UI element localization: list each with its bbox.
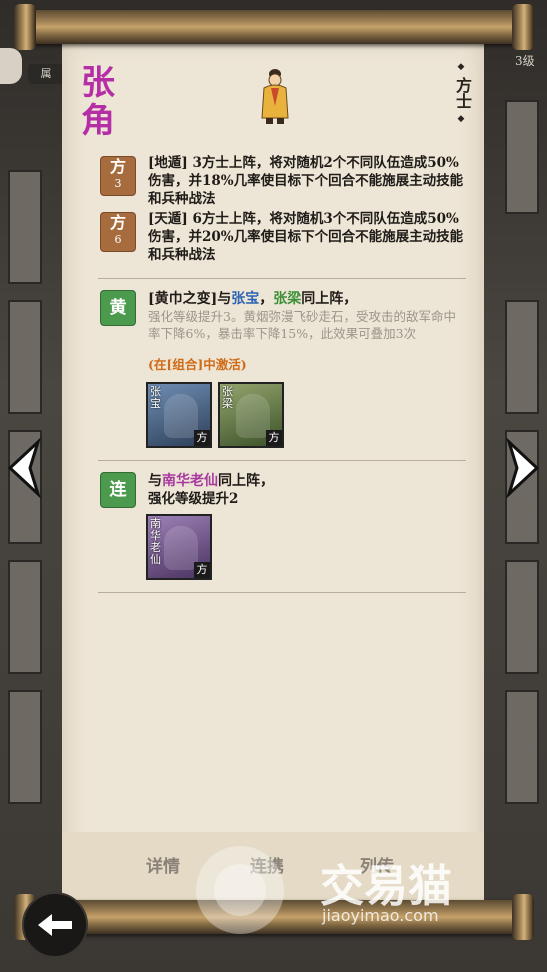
combo-badge: 连 — [100, 472, 136, 508]
bg-card — [8, 300, 42, 414]
combo-title-suffix: 同上阵， — [218, 473, 274, 489]
combo-badge: 黄 — [100, 290, 136, 326]
hero-card-class: 方 — [194, 562, 210, 578]
watermark-url: jiaoyimao.com — [322, 906, 439, 925]
hero-card-nanhualaoxian[interactable]: 南华老仙 方 — [146, 514, 212, 580]
diamond-icon: ◆ — [457, 114, 465, 124]
bg-card — [505, 300, 539, 414]
watermark-brand: 交易猫 — [320, 861, 452, 912]
skill-badge: 方 6 — [100, 212, 136, 252]
skill-row: 方 3 [地遁] 3方士上阵，将对随机2个不同队伍造成50%伤害，并18%几率使… — [100, 154, 470, 210]
hero-card-class: 方 — [266, 430, 282, 446]
class-label: ◆ 方士 ◆ — [452, 62, 472, 124]
back-arrow-icon — [38, 914, 72, 936]
combo-title: [黄巾之变]与张宝，张梁同上阵， — [148, 290, 357, 308]
hero-card-name: 张梁 — [222, 385, 233, 410]
bg-card — [8, 170, 42, 284]
combo-activate-note: (在[组合]中激活) — [148, 357, 247, 372]
general-portrait — [261, 69, 289, 124]
combo-separator: ， — [259, 291, 274, 307]
combo-partner: 张梁 — [273, 291, 302, 307]
combo-title-prefix: [黄巾之变]与 — [148, 291, 232, 307]
combo-title-prefix: 与 — [148, 473, 162, 489]
hero-card-name: 南华老仙 — [150, 517, 161, 566]
skill-text: [天遁] 6方士上阵，将对随机3个不同队伍造成50%伤害，并20%几率使目标下个… — [148, 211, 464, 263]
skill-text: [地遁] 3方士上阵，将对随机2个不同队伍造成50%伤害，并18%几率使目标下个… — [148, 155, 464, 207]
diamond-icon: ◆ — [457, 62, 465, 72]
skill-badge-level: 6 — [114, 233, 122, 246]
hero-face — [164, 394, 198, 438]
bg-card — [505, 690, 539, 804]
general-name: 张角 — [81, 63, 115, 141]
avatar[interactable] — [0, 48, 22, 84]
bg-card — [505, 560, 539, 674]
combo-title-suffix: 同上阵， — [301, 291, 358, 307]
divider — [98, 592, 466, 593]
hero-card-zhangbao[interactable]: 张宝 方 — [146, 382, 212, 448]
prev-arrow-icon[interactable] — [2, 438, 46, 498]
combo-partner: 张宝 — [231, 291, 260, 307]
hero-face — [164, 526, 198, 570]
attribute-tag[interactable]: 属 — [28, 64, 64, 84]
bg-card — [8, 690, 42, 804]
level-tag: 3级 — [515, 54, 535, 68]
bg-card — [505, 100, 539, 214]
scroll-roller-top — [14, 4, 534, 50]
hero-card-name: 张宝 — [150, 385, 161, 410]
skill-badge-type: 方 — [109, 157, 126, 176]
divider — [98, 278, 466, 279]
skill-badge-type: 方 — [109, 213, 126, 232]
roller-cap — [512, 4, 534, 50]
combo-title: 与南华老仙同上阵， — [148, 472, 274, 490]
combo-partner: 南华老仙 — [162, 473, 218, 489]
hero-face — [236, 394, 270, 438]
skill-badge-level: 3 — [114, 177, 122, 190]
hero-card-class: 方 — [194, 430, 210, 446]
roller-cap — [14, 4, 36, 50]
bg-card — [8, 560, 42, 674]
skill-badge: 方 3 — [100, 156, 136, 196]
hero-card-zhangliang[interactable]: 张梁 方 — [218, 382, 284, 448]
class-label-text: 方士 — [453, 77, 472, 109]
divider — [98, 460, 466, 461]
roller-cap — [512, 894, 534, 940]
tab-details[interactable]: 详情 — [146, 852, 180, 877]
next-arrow-icon[interactable] — [501, 438, 545, 498]
combo-effect: 强化等级提升3。黄烟弥漫飞砂走石，受攻击的敌军命中率下降6%，暴击率下降15%，… — [148, 309, 456, 341]
back-button[interactable] — [22, 892, 88, 958]
skill-row: 方 6 [天遁] 6方士上阵，将对随机3个不同队伍造成50%伤害，并20%几率使… — [100, 210, 470, 266]
tab-combos[interactable]: 连携 — [250, 852, 284, 877]
combo-effect: 强化等级提升2 — [148, 491, 239, 507]
